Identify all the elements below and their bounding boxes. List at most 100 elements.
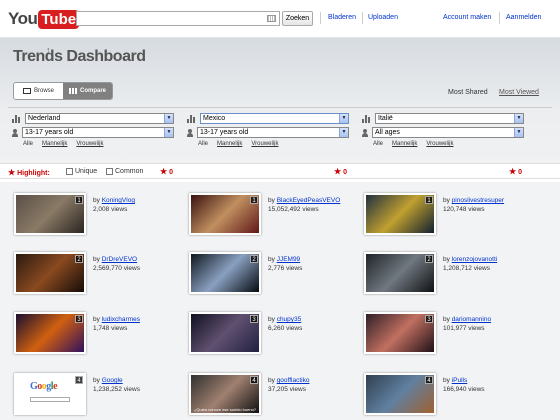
separator [320,12,321,24]
separator [362,12,363,24]
browse-toggle[interactable]: Browse [14,83,63,99]
video-card[interactable]: 3 by ludixcharmes 1,748 views [14,312,140,354]
view-count: 101,977 views [443,325,485,332]
chevron-down-icon[interactable]: ▼ [339,128,348,137]
highlight-label: ★ Highlight: [8,168,50,177]
gender-male[interactable]: Mannelijk [392,141,417,147]
video-card[interactable]: 4 by iPulls 166,940 views [364,373,485,415]
person-icon [12,128,18,137]
video-card[interactable]: 2 by lorenzojovanotti 1,208,712 views [364,252,497,294]
star-icon: ★ [160,167,168,176]
google-logo: Google [30,381,58,392]
unique-checkbox[interactable]: Unique [66,168,97,175]
video-thumbnail[interactable]: 1 [189,193,261,235]
video-thumbnail[interactable]: 2 [14,252,86,294]
chevron-down-icon[interactable]: ▼ [164,114,173,123]
video-thumbnail[interactable]: 1 [14,193,86,235]
person-icon [362,128,368,137]
search-button[interactable]: Zoeken [282,11,313,26]
channel-link[interactable]: JJEM99 [277,256,300,263]
checkbox-icon[interactable] [106,168,113,175]
video-card[interactable]: 2 by JJEM99 2,776 views [189,252,302,294]
rank-badge: 4 [425,376,433,384]
chevron-down-icon[interactable]: ▼ [514,128,523,137]
keyboard-icon[interactable] [267,15,276,22]
channel-link[interactable]: dariomannino [452,316,491,323]
video-thumbnail[interactable]: Google 4 [14,373,86,415]
video-card[interactable]: 1 by pinoslivestresuper 120,748 views [364,193,504,235]
channel-link[interactable]: ludixcharmes [102,316,140,323]
sort-most-shared[interactable]: Most Shared [448,89,488,96]
checkbox-icon[interactable] [66,168,73,175]
by-label: by [443,256,450,263]
compare-toggle[interactable]: Compare [63,83,112,99]
channel-link[interactable]: BlackEyedPeasVEVO [277,197,341,204]
count-value: 0 [518,169,523,176]
video-thumbnail[interactable]: 3 [14,312,86,354]
channel-link[interactable]: DrDreVEVO [102,256,137,263]
video-thumbnail[interactable]: 2 [364,252,436,294]
video-card[interactable]: ¿Quien conoce ese sonido bueno? 4 by goo… [189,373,309,415]
channel-link[interactable]: iPulls [452,377,468,384]
video-meta: by dariomannino 101,977 views [443,315,491,354]
gender-female[interactable]: Vrouwelijk [76,141,103,147]
view-count: 1,208,712 views [443,265,490,272]
rank-badge: 2 [75,255,83,263]
video-thumbnail[interactable]: 3 [364,312,436,354]
rank-badge: 3 [75,315,83,323]
video-meta: by goofflactiko 37,205 views [268,376,309,415]
country-select[interactable]: Mexico ▼ [200,113,349,124]
gender-all[interactable]: Alle [23,141,33,147]
video-thumbnail[interactable]: 4 [364,373,436,415]
by-label: by [268,316,275,323]
gender-all[interactable]: Alle [198,141,208,147]
gender-all[interactable]: Alle [373,141,383,147]
country-select[interactable]: Nederland ▼ [25,113,174,124]
common-checkbox[interactable]: Common [106,168,143,175]
view-count: 2,776 views [268,265,303,272]
browse-link[interactable]: Bladeren [328,14,356,21]
video-thumbnail[interactable]: 2 [189,252,261,294]
highlight-text: Highlight: [17,170,50,177]
video-card[interactable]: Google 4 by Google 1,238,252 views [14,373,140,415]
thumbnail-caption: ¿Quien conoce ese sonido bueno? [193,407,257,412]
age-select[interactable]: All ages ▼ [372,127,524,138]
video-thumbnail[interactable]: 3 [189,312,261,354]
chevron-down-icon[interactable]: ▼ [514,114,523,123]
chevron-down-icon[interactable]: ▼ [164,128,173,137]
video-card[interactable]: 3 by chupy35 6,260 views [189,312,302,354]
view-count: 2,569,770 views [93,265,140,272]
channel-link[interactable]: chupy35 [277,316,302,323]
video-card[interactable]: 3 by dariomannino 101,977 views [364,312,491,354]
gender-female[interactable]: Vrouwelijk [426,141,453,147]
chevron-down-icon[interactable]: ▼ [339,114,348,123]
country-select[interactable]: Italië ▼ [375,113,524,124]
sort-most-viewed[interactable]: Most Viewed [499,89,539,96]
age-select[interactable]: 13-17 years old ▼ [197,127,349,138]
video-thumbnail[interactable]: 1 [364,193,436,235]
logo-tube: Tube [38,9,80,29]
channel-link[interactable]: lorenzojovanotti [452,256,498,263]
upload-link[interactable]: Uploaden [368,14,398,21]
youtube-logo[interactable]: You Tube [8,8,80,30]
search-input[interactable] [76,11,280,26]
separator [499,12,500,24]
count-value: 0 [343,169,348,176]
channel-link[interactable]: goofflactiko [277,377,310,384]
video-thumbnail[interactable]: ¿Quien conoce ese sonido bueno? 4 [189,373,261,415]
age-select[interactable]: 13-17 years old ▼ [22,127,174,138]
highlight-count-3: ★ 0 [509,167,522,176]
gender-male[interactable]: Mannelijk [217,141,242,147]
video-card[interactable]: 1 by BlackEyedPeasVEVO 15,052,492 views [189,193,340,235]
video-card[interactable]: 1 by KoningVlog 2,008 views [14,193,135,235]
rank-badge: 3 [425,315,433,323]
gender-female[interactable]: Vrouwelijk [251,141,278,147]
create-account-link[interactable]: Account maken [443,14,491,21]
video-card[interactable]: 2 by DrDreVEVO 2,569,770 views [14,252,140,294]
gender-male[interactable]: Mannelijk [42,141,67,147]
channel-link[interactable]: KoningVlog [102,197,135,204]
video-meta: by chupy35 6,260 views [268,315,302,354]
channel-link[interactable]: pinoslivestresuper [452,197,504,204]
sign-in-link[interactable]: Aanmelden [506,14,541,21]
channel-link[interactable]: Google [102,377,123,384]
